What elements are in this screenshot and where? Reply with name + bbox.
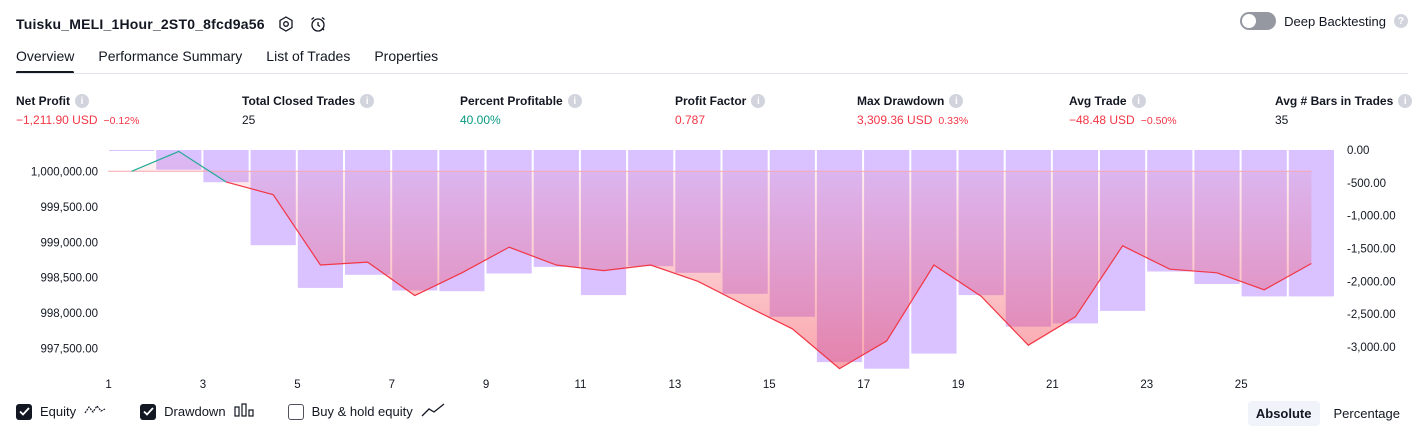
info-icon[interactable]: i bbox=[949, 94, 964, 108]
info-icon[interactable]: i bbox=[751, 94, 766, 108]
alarm-clock-icon[interactable] bbox=[307, 13, 329, 35]
stat-label: Max Drawdown bbox=[857, 94, 945, 108]
tab-properties[interactable]: Properties bbox=[374, 48, 438, 72]
x-axis-tick: 3 bbox=[200, 379, 206, 391]
settings-icon[interactable] bbox=[275, 13, 297, 35]
legend-label: Drawdown bbox=[164, 404, 226, 419]
x-axis-tick: 17 bbox=[857, 379, 870, 391]
left-axis-tick: 999,500.00 bbox=[40, 202, 98, 214]
deep-backtesting: Deep Backtesting ? bbox=[1240, 12, 1408, 30]
x-axis-tick: 9 bbox=[483, 379, 489, 391]
info-icon[interactable]: i bbox=[1131, 94, 1146, 108]
stat-label: Percent Profitable bbox=[460, 94, 563, 108]
drawdown-checkbox[interactable] bbox=[140, 403, 157, 420]
x-axis-tick: 25 bbox=[1235, 379, 1248, 391]
drawdown-bar bbox=[109, 150, 155, 151]
x-axis-tick: 1 bbox=[105, 379, 111, 391]
buy-hold-line-icon bbox=[421, 403, 445, 420]
right-axis-tick: -500.00 bbox=[1347, 178, 1386, 190]
stat-percent: 0.33% bbox=[938, 115, 969, 127]
stat-avg-trade: Avg Trade i −48.48 USD −0.50% bbox=[1069, 94, 1177, 127]
left-axis-tick: 999,000.00 bbox=[40, 237, 98, 249]
stat-percent-profitable: Percent Profitable i 40.00% bbox=[460, 94, 582, 127]
stat-label: Profit Factor bbox=[675, 94, 747, 108]
equity-drawdown-chart: 1,000,000.00 999,500.00 999,000.00 998,500.… bbox=[31, 145, 1396, 391]
info-icon[interactable]: i bbox=[567, 94, 582, 108]
stat-value: 35 bbox=[1275, 113, 1289, 127]
stat-label: Avg Trade bbox=[1069, 94, 1127, 108]
x-axis-tick: 5 bbox=[294, 379, 300, 391]
x-axis-tick: 19 bbox=[952, 379, 965, 391]
x-axis-tick: 13 bbox=[669, 379, 682, 391]
stat-profit-factor: Profit Factor i 0.787 bbox=[675, 94, 766, 127]
chart-legend: Equity Drawdown Buy & hold equity bbox=[16, 403, 445, 420]
percentage-button[interactable]: Percentage bbox=[1326, 401, 1409, 426]
stat-label: Total Closed Trades bbox=[242, 94, 356, 108]
right-axis-tick: -1,000.00 bbox=[1347, 211, 1396, 223]
tab-bar: Overview Performance Summary List of Tra… bbox=[16, 48, 438, 74]
legend-drawdown[interactable]: Drawdown bbox=[140, 403, 254, 420]
stat-avg-bars: Avg # Bars in Trades i 35 bbox=[1275, 94, 1413, 127]
equity-wave-icon bbox=[84, 403, 106, 420]
stat-label: Avg # Bars in Trades bbox=[1275, 94, 1394, 108]
x-axis-tick: 21 bbox=[1046, 379, 1059, 391]
stat-value: −1,211.90 USD bbox=[16, 113, 98, 127]
left-axis-tick: 1,000,000.00 bbox=[31, 166, 98, 178]
right-axis-tick: -2,500.00 bbox=[1347, 309, 1396, 321]
absolute-button[interactable]: Absolute bbox=[1247, 401, 1320, 426]
legend-label: Equity bbox=[40, 404, 77, 419]
stat-percent: −0.50% bbox=[1140, 115, 1177, 127]
strategy-title: Tuisku_MELI_1Hour_2ST0_8fcd9a56 bbox=[16, 16, 265, 32]
tab-overview[interactable]: Overview bbox=[16, 48, 75, 74]
value-mode-switch: Absolute Percentage bbox=[1247, 401, 1409, 426]
legend-equity[interactable]: Equity bbox=[16, 403, 106, 420]
x-axis-tick: 15 bbox=[763, 379, 776, 391]
left-axis-tick: 998,500.00 bbox=[40, 273, 98, 285]
right-axis-tick: 0.00 bbox=[1347, 145, 1369, 157]
stat-max-drawdown: Max Drawdown i 3,309.36 USD 0.33% bbox=[857, 94, 968, 127]
strategy-header: Tuisku_MELI_1Hour_2ST0_8fcd9a56 bbox=[16, 12, 329, 36]
info-icon[interactable]: i bbox=[75, 94, 89, 108]
stat-value: 25 bbox=[242, 113, 256, 127]
right-axis-tick: -3,000.00 bbox=[1347, 342, 1396, 354]
x-axis-tick: 23 bbox=[1140, 379, 1153, 391]
stat-value: 0.787 bbox=[675, 113, 706, 127]
buy-hold-checkbox[interactable] bbox=[287, 403, 304, 420]
tab-divider bbox=[16, 73, 1408, 74]
tab-performance-summary[interactable]: Performance Summary bbox=[98, 48, 242, 72]
tab-list-of-trades[interactable]: List of Trades bbox=[266, 48, 350, 72]
x-axis-tick: 7 bbox=[389, 379, 395, 391]
stat-total-closed-trades: Total Closed Trades i 25 bbox=[242, 94, 375, 127]
stats-row: Net Profit i −1,211.90 USD −0.12% Total Cl… bbox=[0, 94, 1424, 134]
right-axis-tick: -1,500.00 bbox=[1347, 244, 1396, 256]
left-axis-tick: 997,500.00 bbox=[40, 344, 98, 356]
info-icon[interactable]: i bbox=[1398, 94, 1413, 108]
legend-buy-hold[interactable]: Buy & hold equity bbox=[287, 403, 445, 420]
stat-value: 3,309.36 USD bbox=[857, 113, 933, 127]
info-icon[interactable]: i bbox=[360, 94, 375, 108]
help-icon[interactable]: ? bbox=[1394, 14, 1408, 28]
legend-label: Buy & hold equity bbox=[311, 404, 413, 419]
stat-percent: −0.12% bbox=[103, 115, 140, 127]
stat-net-profit: Net Profit i −1,211.90 USD −0.12% bbox=[16, 94, 139, 127]
stat-value: 40.00% bbox=[460, 113, 501, 127]
equity-checkbox[interactable] bbox=[16, 403, 32, 420]
stat-value: −48.48 USD bbox=[1069, 113, 1135, 127]
x-axis-tick: 11 bbox=[575, 379, 587, 391]
left-axis-tick: 998,000.00 bbox=[40, 308, 98, 320]
right-axis-tick: -2,000.00 bbox=[1347, 276, 1396, 288]
deep-backtesting-label: Deep Backtesting bbox=[1284, 13, 1386, 29]
stat-label: Net Profit bbox=[16, 94, 70, 108]
drawdown-bars-icon bbox=[233, 403, 254, 420]
deep-backtesting-toggle[interactable] bbox=[1240, 12, 1277, 30]
